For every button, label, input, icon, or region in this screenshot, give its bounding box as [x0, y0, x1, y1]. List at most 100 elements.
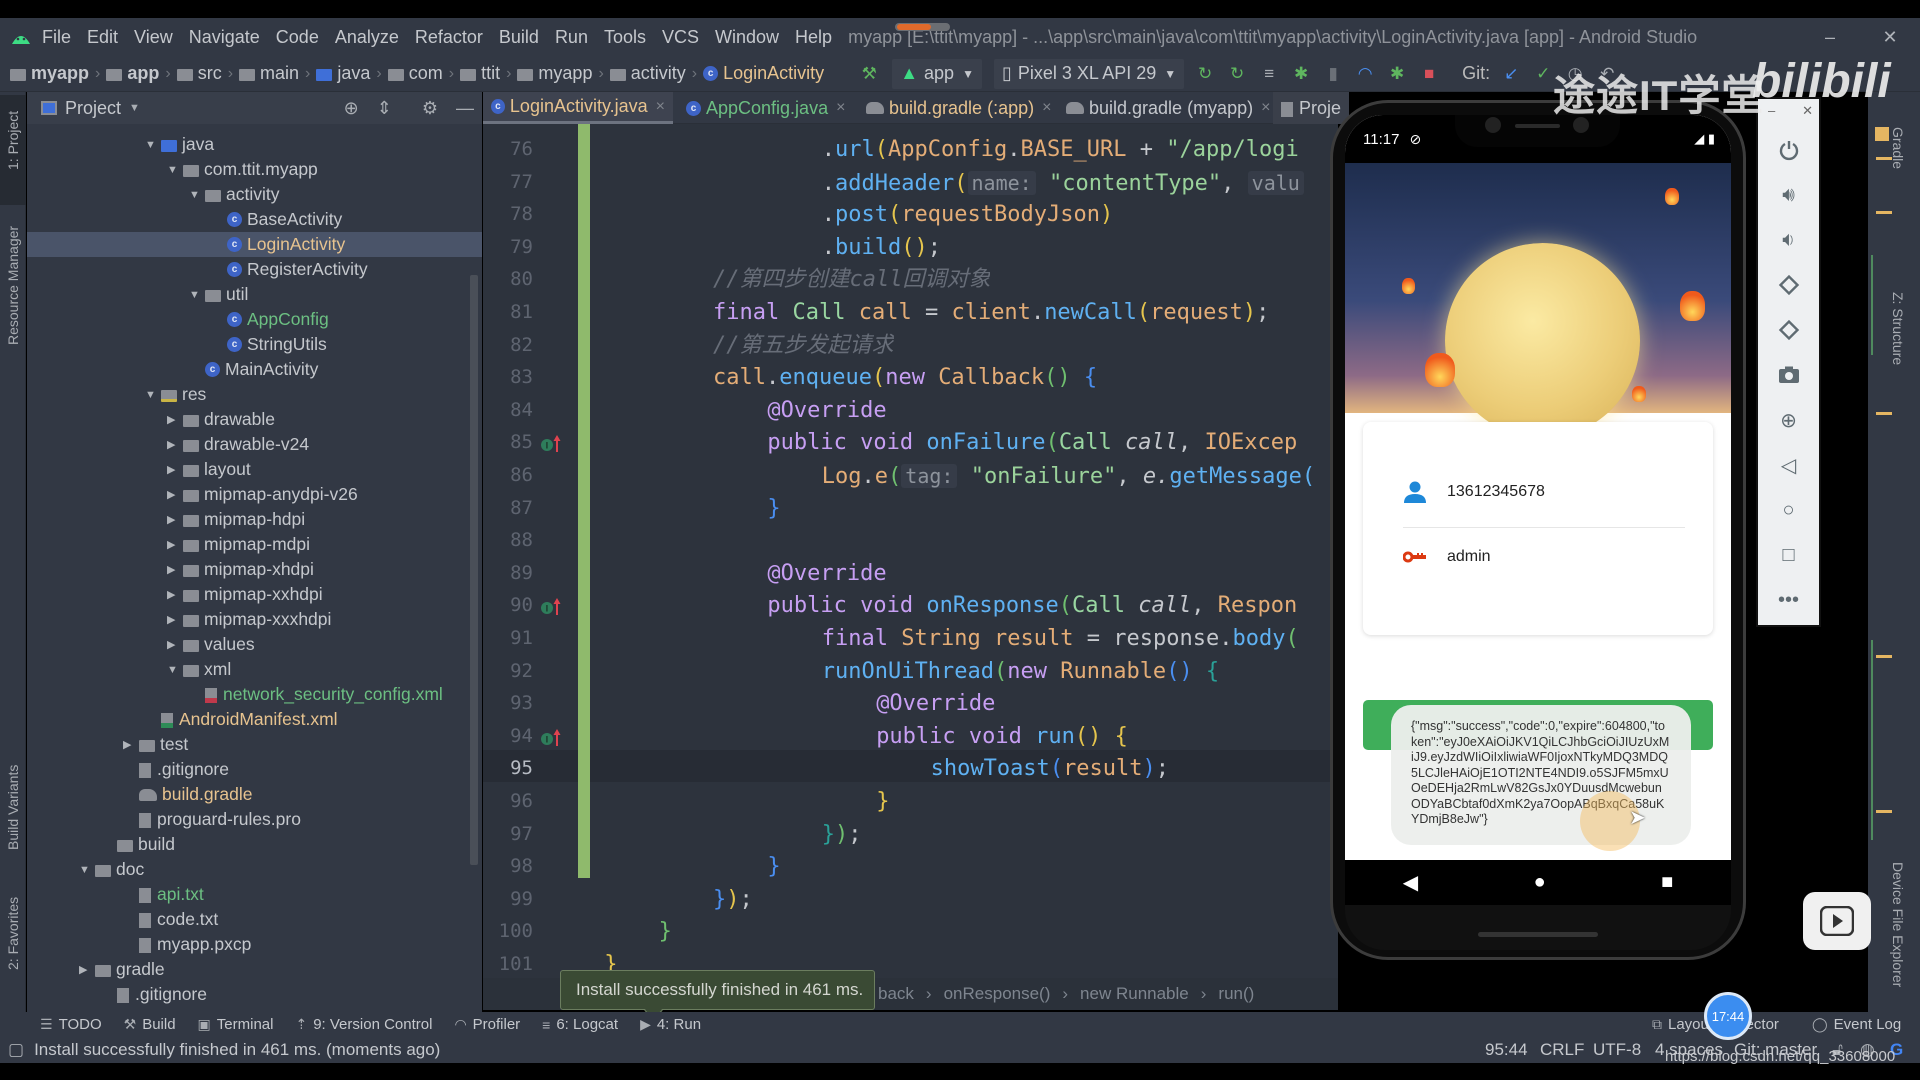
tree-item[interactable]: ▶ mipmap-xhdpi	[27, 557, 482, 582]
menu-edit[interactable]: Edit	[87, 27, 118, 48]
code-line[interactable]: @Override	[876, 688, 995, 720]
home-button[interactable]: ○	[1758, 495, 1819, 525]
run-config-select[interactable]: ▲ app ▼	[892, 58, 982, 89]
code-line[interactable]: }	[767, 493, 780, 525]
tree-item[interactable]: ▶ mipmap-anydpi-v26	[27, 482, 482, 507]
tree-item[interactable]: ▶ test	[27, 732, 482, 757]
code-line[interactable]: final Call call = client.newCall(request…	[713, 297, 1269, 329]
tree-item[interactable]: c LoginActivity	[27, 232, 482, 257]
line-number[interactable]: 88	[483, 529, 533, 551]
breadcrumb-java[interactable]: java	[316, 63, 370, 84]
gear-icon[interactable]: ⚙	[422, 98, 438, 119]
tab-appconfig-java[interactable]: c AppConfig.java ×	[678, 92, 853, 124]
apply-changes-restart-icon[interactable]: ↻	[1194, 63, 1216, 85]
line-number[interactable]: 81	[483, 301, 533, 323]
tree-item[interactable]: ▼ java	[27, 132, 482, 157]
breadcrumb-com[interactable]: com	[387, 63, 443, 84]
code-line[interactable]: public void onFailure(Call call, IOExcep	[767, 427, 1297, 459]
menu-analyze[interactable]: Analyze	[335, 27, 399, 48]
line-number[interactable]: 78	[483, 203, 533, 225]
menu-file[interactable]: File	[42, 27, 71, 48]
nav-home-button[interactable]: ●	[1534, 871, 1546, 894]
menu-view[interactable]: View	[134, 27, 173, 48]
collapse-arrow-icon[interactable]: ▶	[167, 538, 183, 551]
warning-marker[interactable]	[1876, 157, 1892, 160]
line-number[interactable]: 98	[483, 855, 533, 877]
expand-arrow-icon[interactable]: ▼	[79, 864, 95, 876]
tree-item[interactable]: code.txt	[27, 907, 482, 932]
breadcrumb-ttit[interactable]: ttit	[460, 63, 500, 84]
tree-item[interactable]: .gitignore	[27, 757, 482, 782]
warning-marker[interactable]	[1876, 810, 1892, 813]
warning-marker[interactable]	[1876, 655, 1892, 658]
line-number[interactable]: 83	[483, 366, 533, 388]
tree-item[interactable]: api.txt	[27, 882, 482, 907]
breadcrumb-src[interactable]: src	[176, 63, 222, 84]
screenshot-button[interactable]	[1758, 360, 1819, 390]
line-number[interactable]: 100	[483, 920, 533, 942]
tree-item[interactable]: ▶ mipmap-mdpi	[27, 532, 482, 557]
menu-refactor[interactable]: Refactor	[415, 27, 483, 48]
tab-build-gradle-myapp[interactable]: build.gradle (myapp) ×	[1058, 92, 1278, 124]
tab-loginactivity-java[interactable]: c LoginActivity.java ×	[483, 92, 673, 124]
expand-arrow-icon[interactable]: ▼	[167, 164, 183, 176]
video-play-button[interactable]	[1803, 892, 1871, 950]
git-update-icon[interactable]: ↙	[1500, 63, 1522, 85]
breadcrumb-myapp-pkg[interactable]: myapp	[517, 63, 592, 84]
profile-icon[interactable]: ◠	[1354, 63, 1376, 85]
tree-item[interactable]: build.gradle	[27, 782, 482, 807]
code-line[interactable]: .addHeader(name: "contentType", valu	[822, 167, 1304, 199]
code-line[interactable]: .build();	[822, 232, 941, 264]
caret-position[interactable]: 95:44	[1485, 1040, 1528, 1060]
tool-window-4-run[interactable]: ▶ 4: Run	[640, 1016, 701, 1033]
collapse-arrow-icon[interactable]: ▶	[167, 613, 183, 626]
tool-window-build[interactable]: ⚒ Build	[124, 1016, 176, 1033]
tree-item[interactable]: ▼ com.ttit.myapp	[27, 157, 482, 182]
sync-icon[interactable]: ≡	[1258, 63, 1280, 85]
status-toggle-icon[interactable]: ▢	[8, 1040, 24, 1060]
emulator-screen[interactable]: 11:17 ⊘ ◢ ▮ 13612345678 admin {"msg":"su…	[1345, 115, 1731, 860]
collapse-arrow-icon[interactable]: ▶	[167, 563, 183, 576]
collapse-arrow-icon[interactable]: ▶	[167, 638, 183, 651]
analysis-status-icon[interactable]	[1875, 127, 1889, 141]
git-commit-icon[interactable]: ✓	[1532, 63, 1554, 85]
line-separator[interactable]: CRLF	[1540, 1040, 1584, 1060]
warning-marker[interactable]	[1876, 211, 1892, 214]
tree-item[interactable]: ▶ layout	[27, 457, 482, 482]
tree-item[interactable]: ▶ mipmap-hdpi	[27, 507, 482, 532]
tab-favorites[interactable]: 2: Favorites	[5, 897, 21, 970]
tab-project-file[interactable]: Proje	[1273, 92, 1350, 124]
code-line[interactable]: //第四步创建call回调对象	[713, 264, 990, 296]
project-tree-scrollbar[interactable]	[470, 275, 478, 865]
tab-project[interactable]: 1: Project	[5, 111, 21, 170]
tree-item[interactable]: ▶ mipmap-xxhdpi	[27, 582, 482, 607]
project-view-select[interactable]: Project	[65, 98, 121, 119]
line-number[interactable]: 91	[483, 627, 533, 649]
code-line[interactable]: }	[659, 916, 672, 948]
nav-back-button[interactable]: ◀	[1403, 870, 1418, 895]
crumb-new-runnable[interactable]: new Runnable	[1080, 984, 1189, 1004]
menu-window[interactable]: Window	[715, 27, 779, 48]
menu-tools[interactable]: Tools	[604, 27, 646, 48]
expand-arrow-icon[interactable]: ▼	[167, 664, 183, 676]
tree-item[interactable]: myapp.pxcp	[27, 932, 482, 957]
line-number[interactable]: 99	[483, 888, 533, 910]
crumb-onresponse[interactable]: onResponse()	[944, 984, 1051, 1004]
code-line[interactable]: .post(requestBodyJson)	[822, 199, 1113, 231]
line-number[interactable]: 96	[483, 790, 533, 812]
close-tab-icon[interactable]: ×	[656, 98, 665, 116]
expand-arrow-icon[interactable]: ▼	[189, 189, 205, 201]
collapse-arrow-icon[interactable]: ▶	[167, 488, 183, 501]
line-number[interactable]: 76	[483, 138, 533, 160]
tree-item[interactable]: ▶ mipmap-xxxhdpi	[27, 607, 482, 632]
code-line[interactable]: runOnUiThread(new Runnable() {	[822, 656, 1219, 688]
attach-debugger-icon[interactable]: ✱	[1386, 63, 1408, 85]
breadcrumb-loginactivity[interactable]: c LoginActivity	[703, 63, 824, 84]
collapse-arrow-icon[interactable]: ▶	[123, 738, 139, 751]
breadcrumb-activity[interactable]: activity	[609, 63, 686, 84]
tree-item[interactable]: c StringUtils	[27, 332, 482, 357]
code-line[interactable]: }	[876, 786, 889, 818]
tool-window-todo[interactable]: ☰ TODO	[40, 1016, 102, 1033]
overrides-method-gutter-icon[interactable]: I	[540, 728, 561, 746]
stop-icon[interactable]: ■	[1418, 63, 1440, 85]
